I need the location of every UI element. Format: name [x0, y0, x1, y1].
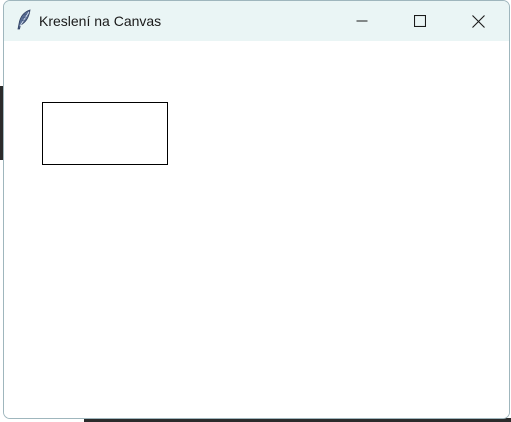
- app-window: Kreslení na Canvas: [3, 0, 510, 419]
- drawing-canvas[interactable]: [4, 41, 509, 418]
- maximize-icon: [414, 15, 426, 27]
- close-icon: [471, 14, 485, 28]
- maximize-button[interactable]: [397, 1, 443, 41]
- minimize-button[interactable]: [339, 1, 385, 41]
- window-title: Kreslení na Canvas: [39, 13, 162, 29]
- close-button[interactable]: [455, 1, 501, 41]
- title-bar[interactable]: Kreslení na Canvas: [4, 1, 509, 41]
- feather-icon: [15, 9, 33, 31]
- minimize-icon: [356, 15, 368, 27]
- canvas-rectangle: [42, 102, 168, 165]
